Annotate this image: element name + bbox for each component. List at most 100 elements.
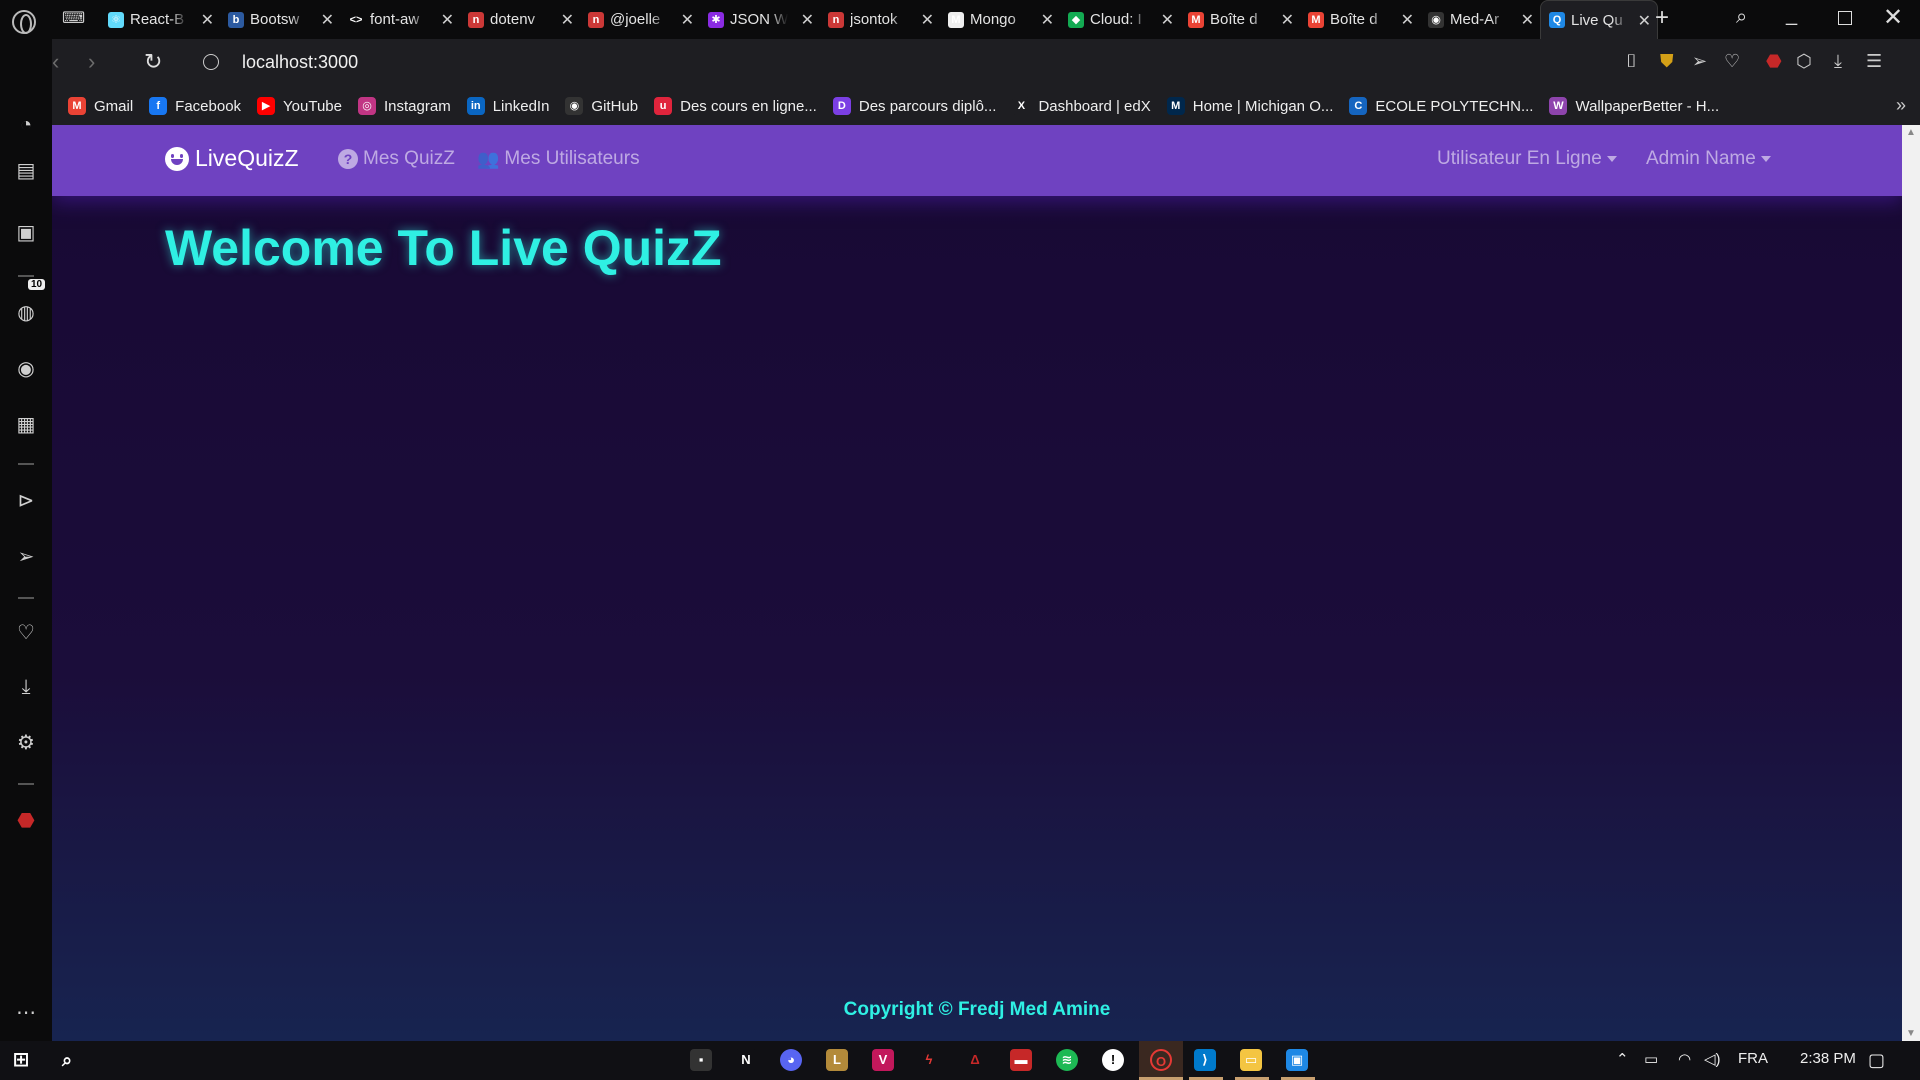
scroll-up-arrow-icon[interactable]: ▲ [1906, 127, 1916, 138]
taskbar-app-notion-icon[interactable]: N [735, 1049, 757, 1071]
close-window-button[interactable]: ✕ [1883, 3, 1903, 32]
settings-gear-icon[interactable]: ⚙ [14, 731, 38, 755]
taskbar-app-red-icon[interactable]: ▬ [1010, 1049, 1032, 1071]
taskbar-app-spotify-icon[interactable]: ≋ [1056, 1049, 1078, 1071]
restore-button[interactable] [1838, 11, 1852, 25]
taskbar-app-vscode-icon[interactable]: ⟩ [1194, 1049, 1216, 1071]
tab-close-icon[interactable]: ✕ [801, 10, 814, 30]
whatsapp-icon[interactable]: ◉ [14, 357, 38, 381]
briefcase-icon[interactable]: ▤ [14, 159, 38, 183]
bookmark-item[interactable]: W WallpaperBetter - H... [1549, 97, 1719, 115]
heart-icon[interactable]: ♡ [14, 621, 38, 645]
browser-tab[interactable]: ◆ Cloud: I ✕ [1060, 0, 1180, 39]
taskbar-app-opera-icon[interactable]: O [1150, 1049, 1172, 1071]
brand-link[interactable]: LiveQuizZ [165, 145, 299, 172]
extensions-cube-icon[interactable]: ⬡ [1796, 51, 1812, 72]
download-icon[interactable]: ⤓ [14, 675, 38, 699]
back-button[interactable]: ‹ [52, 49, 59, 75]
messenger-icon[interactable]: ◍ [14, 301, 38, 325]
tab-close-icon[interactable]: ✕ [1521, 10, 1534, 30]
bookmark-item[interactable]: C ECOLE POLYTECHN... [1349, 97, 1533, 115]
bookmark-item[interactable]: in LinkedIn [466, 97, 549, 115]
bookmark-item[interactable]: D Des parcours diplô... [832, 97, 996, 115]
taskbar-app-info-icon[interactable]: ! [1102, 1049, 1124, 1071]
ublock-icon[interactable]: ⬣ [14, 809, 38, 833]
easy-setup-icon[interactable]: ☰ [1866, 51, 1882, 72]
browser-tab[interactable]: n dotenv ✕ [460, 0, 580, 39]
tab-close-icon[interactable]: ✕ [1281, 10, 1294, 30]
bookmark-item[interactable]: M Home | Michigan O... [1166, 97, 1333, 115]
taskbar-app-riot-icon[interactable]: Δ [964, 1049, 986, 1071]
windows-start-icon[interactable]: ⊞ [10, 1049, 32, 1071]
bookmark-item[interactable]: ▶ YouTube [257, 97, 342, 115]
scroll-down-arrow-icon[interactable]: ▼ [1906, 1028, 1916, 1039]
taskbar-app-game-icon[interactable]: ▪ [690, 1049, 712, 1071]
site-info-globe-icon[interactable] [203, 54, 219, 70]
bookmark-item[interactable]: u Des cours en ligne... [654, 97, 817, 115]
language-indicator[interactable]: FRA [1738, 1050, 1768, 1067]
bookmarks-overflow-button[interactable]: » [1896, 95, 1906, 116]
tab-close-icon[interactable]: ✕ [321, 10, 334, 30]
browser-tab[interactable]: M Boîte d ✕ [1300, 0, 1420, 39]
taskbar-search-icon[interactable]: ⌕ [56, 1049, 78, 1071]
taskbar-app-explorer-icon[interactable]: ▭ [1240, 1049, 1262, 1071]
tab-close-icon[interactable]: ✕ [681, 10, 694, 30]
browser-tab[interactable]: M Mongo ✕ [940, 0, 1060, 39]
browser-tab[interactable]: <> font-aw ✕ [340, 0, 460, 39]
page-scrollbar[interactable]: ▲ ▼ [1902, 125, 1920, 1041]
tab-close-icon[interactable]: ✕ [561, 10, 574, 30]
browser-tab[interactable]: ⚛ React-B ✕ [100, 0, 220, 39]
new-tab-button[interactable]: + [1655, 4, 1669, 32]
bookmark-item[interactable]: M Gmail [68, 97, 133, 115]
taskbar-app-valorant-icon[interactable]: V [872, 1049, 894, 1071]
tab-close-icon[interactable]: ✕ [921, 10, 934, 30]
share-send-icon[interactable]: ➢ [1692, 51, 1707, 72]
address-input[interactable]: localhost:3000 [242, 52, 358, 73]
tray-chevron-up-icon[interactable]: ⌃ [1616, 1050, 1629, 1068]
forward-button[interactable]: › [88, 49, 95, 75]
tab-close-icon[interactable]: ✕ [201, 10, 214, 30]
wifi-icon[interactable]: ◠ [1678, 1050, 1691, 1068]
opera-logo-icon[interactable] [12, 10, 36, 34]
nav-link-users[interactable]: 👥 Mes Utilisateurs [477, 148, 640, 170]
speed-dial-icon[interactable]: ◔ [14, 113, 38, 137]
bookmark-item[interactable]: X Dashboard | edX [1012, 97, 1151, 115]
browser-tab[interactable]: b Bootsw ✕ [220, 0, 340, 39]
send-icon[interactable]: ➢ [14, 545, 38, 569]
battery-icon[interactable]: ▭ [1644, 1050, 1658, 1068]
discord-icon[interactable]: ▦ [14, 413, 38, 437]
browser-tab[interactable]: ✱ JSON W ✕ [700, 0, 820, 39]
player-icon[interactable]: ⊳ [14, 489, 38, 513]
browser-tab[interactable]: ◉ Med-Ar ✕ [1420, 0, 1540, 39]
browser-tab[interactable]: M Boîte d ✕ [1180, 0, 1300, 39]
browser-tab[interactable]: n jsontok ✕ [820, 0, 940, 39]
more-dots-icon[interactable]: ⋯ [14, 1001, 38, 1025]
twitch-icon[interactable]: ▣ [14, 221, 38, 245]
minimize-button[interactable]: _ [1786, 4, 1797, 27]
reload-button[interactable]: ↻ [144, 49, 162, 75]
volume-icon[interactable]: ◁) [1704, 1050, 1721, 1068]
snapshot-camera-icon[interactable]: ⌷ [1626, 51, 1637, 72]
clock[interactable]: 2:38 PM [1800, 1050, 1856, 1067]
tab-close-icon[interactable]: ✕ [1638, 11, 1651, 31]
notifications-icon[interactable]: ▢ [1868, 1050, 1885, 1071]
browser-tab[interactable]: n @joelle ✕ [580, 0, 700, 39]
bookmark-item[interactable]: ◉ GitHub [565, 97, 638, 115]
tab-close-icon[interactable]: ✕ [441, 10, 454, 30]
tab-search-icon[interactable]: ⌕ [1736, 6, 1747, 29]
tab-close-icon[interactable]: ✕ [1041, 10, 1054, 30]
ublock-extension-icon[interactable]: ⬣ [1766, 51, 1782, 72]
downloads-icon[interactable]: ⤓ [1834, 51, 1842, 72]
tab-close-icon[interactable]: ✕ [1161, 10, 1174, 30]
bookmark-item[interactable]: f Facebook [149, 97, 241, 115]
online-users-dropdown[interactable]: Utilisateur En Ligne [1437, 148, 1617, 170]
nav-link-quiz[interactable]: ? Mes QuizZ [338, 148, 455, 170]
admin-dropdown[interactable]: Admin Name [1646, 148, 1771, 170]
bookmark-heart-icon[interactable]: ♡ [1724, 51, 1740, 72]
gamepad-icon[interactable]: ⌨ [62, 8, 85, 28]
taskbar-app-league-icon[interactable]: L [826, 1049, 848, 1071]
bookmark-item[interactable]: ◎ Instagram [358, 97, 451, 115]
taskbar-app-store-icon[interactable]: ▣ [1286, 1049, 1308, 1071]
taskbar-app-bolt-icon[interactable]: ϟ [918, 1049, 940, 1071]
browser-tab[interactable]: Q Live Qu ✕ [1540, 0, 1658, 39]
